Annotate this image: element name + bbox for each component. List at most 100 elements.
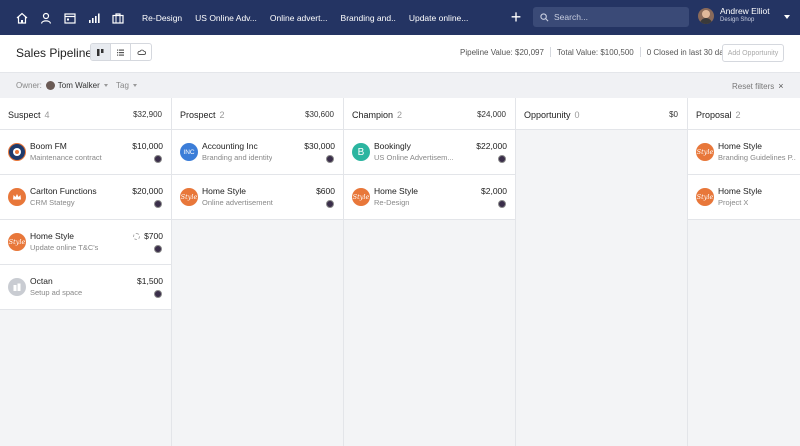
avatar <box>698 8 714 24</box>
owner-avatar <box>154 245 162 253</box>
column-title: Proposal <box>696 109 732 120</box>
column-title: Prospect <box>180 109 216 120</box>
opportunity-value: $10,000 <box>132 141 163 151</box>
owner-avatar <box>498 200 506 208</box>
owner-value: Tom Walker <box>57 81 100 90</box>
owner-avatar <box>326 155 334 163</box>
recent-item-link[interactable]: Re-Design <box>142 13 182 23</box>
chevron-down-icon <box>103 84 108 87</box>
owner-avatar <box>154 290 162 298</box>
total-value: Total Value: $100,500 <box>556 47 634 57</box>
opportunity-card[interactable]: Style Home Style Online advertisement $6… <box>172 175 343 220</box>
value-text: $700 <box>144 231 163 241</box>
company-name: Home Style <box>30 231 74 241</box>
avatar <box>45 81 55 90</box>
boom-fm-logo-icon <box>8 143 26 161</box>
opportunity-card[interactable]: Style Home Style Project X <box>688 175 800 220</box>
column-value: $0 <box>669 110 678 119</box>
opportunity-value: $22,000 <box>476 141 507 151</box>
reports-icon[interactable] <box>82 6 106 30</box>
opportunity-card[interactable]: B Bookingly US Online Advertisem... $22,… <box>344 130 515 175</box>
column-count: 2 <box>735 109 741 120</box>
opportunity-name: Re-Design <box>374 198 410 207</box>
home-icon[interactable] <box>10 6 34 30</box>
company-name: Accounting Inc <box>202 141 258 151</box>
opportunity-value: $1,500 <box>137 276 163 286</box>
owner-avatar <box>154 200 162 208</box>
stage-column-prospect: Prospect 2 $30,600 INC Accounting Inc Bra… <box>172 98 344 446</box>
owner-avatar <box>326 200 334 208</box>
user-menu[interactable]: Andrew Elliot Design Shop <box>698 7 770 25</box>
column-header: Suspect 4 $32,900 <box>0 98 171 130</box>
opportunity-name: CRM Stategy <box>30 198 75 207</box>
recent-item-link[interactable]: Branding and.. <box>341 13 396 23</box>
opportunity-name: Branding and identity <box>202 153 273 162</box>
board-view-button[interactable] <box>91 44 111 60</box>
column-count: 2 <box>397 109 403 120</box>
page-header: Sales Pipeline Pipeline Value: $20,097 T… <box>0 35 800 72</box>
column-title: Suspect <box>8 109 41 120</box>
loading-icon <box>133 232 141 240</box>
opportunity-name: US Online Advertisem... <box>374 153 454 162</box>
search-box[interactable] <box>533 7 689 27</box>
column-header: Champion 2 $24,000 <box>344 98 515 130</box>
owner-filter[interactable]: Owner: Tom Walker <box>16 81 108 90</box>
closed-count: 0 Closed in last 30 days <box>646 47 732 57</box>
recent-item-link[interactable]: US Online Adv... <box>195 13 257 23</box>
filter-bar: Owner: Tom Walker Tag Reset filters × <box>0 72 800 98</box>
company-name: Home Style <box>718 186 762 196</box>
home-style-logo-icon: Style <box>696 143 714 161</box>
search-input[interactable] <box>554 12 684 22</box>
divider <box>549 47 551 57</box>
company-name: Bookingly <box>374 141 411 151</box>
home-style-logo-icon: Style <box>696 188 714 206</box>
opportunity-card[interactable]: INC Accounting Inc Branding and identity… <box>172 130 343 175</box>
contacts-icon[interactable] <box>34 6 58 30</box>
tag-filter[interactable]: Tag <box>116 81 137 90</box>
opportunity-card[interactable]: Boom FM Maintenance contract $10,000 <box>0 130 171 175</box>
crown-logo-icon <box>8 188 26 206</box>
opportunity-card[interactable]: Style Home Style Update online T&C's $70… <box>0 220 171 265</box>
opportunity-name: Update online T&C's <box>30 243 99 252</box>
column-value: $30,600 <box>305 110 334 119</box>
chevron-down-icon <box>132 84 137 87</box>
calendar-icon[interactable] <box>58 6 82 30</box>
forecast-view-button[interactable] <box>131 44 151 60</box>
opportunity-card[interactable]: Octan Setup ad space $1,500 <box>0 265 171 310</box>
tag-label: Tag <box>116 81 129 90</box>
chevron-down-icon[interactable] <box>784 15 790 19</box>
opportunity-card[interactable]: Carlton Functions CRM Stategy $20,000 <box>0 175 171 220</box>
opportunity-value: $20,000 <box>132 186 163 196</box>
list-view-button[interactable] <box>111 44 131 60</box>
recent-item-link[interactable]: Online advert... <box>270 13 328 23</box>
building-logo-icon <box>8 278 26 296</box>
recent-item-link[interactable]: Update online... <box>409 13 469 23</box>
company-name: Boom FM <box>30 141 67 151</box>
user-company: Design Shop <box>720 17 755 23</box>
briefcase-icon[interactable] <box>106 6 130 30</box>
owner-avatar <box>154 155 162 163</box>
stage-column-proposal: Proposal 2 Style Home Style Branding Guid… <box>688 98 800 446</box>
opportunity-name: Online advertisement <box>202 198 273 207</box>
home-style-logo-icon: Style <box>180 188 198 206</box>
opportunity-value: $2,000 <box>481 186 507 196</box>
company-name: Home Style <box>718 141 762 151</box>
opportunity-name: Setup ad space <box>30 288 83 297</box>
company-name: Home Style <box>374 186 418 196</box>
column-count: 4 <box>44 109 50 120</box>
opportunity-card[interactable]: Style Home Style Branding Guidelines P..… <box>688 130 800 175</box>
company-name: Octan <box>30 276 53 286</box>
pipeline-board: Suspect 4 $32,900 Boom FM Maintenance con… <box>0 98 800 446</box>
column-value: $24,000 <box>477 110 506 119</box>
pipeline-value: Pipeline Value: $20,097 <box>460 47 544 57</box>
divider <box>639 47 641 57</box>
opportunity-card[interactable]: Style Home Style Re-Design $2,000 <box>344 175 515 220</box>
pipeline-stats: Pipeline Value: $20,097 Total Value: $10… <box>460 47 732 57</box>
add-icon[interactable]: + <box>508 8 524 26</box>
opportunity-name: Branding Guidelines P... <box>718 153 796 162</box>
top-nav: Re-Design US Online Adv... Online advert… <box>0 0 800 35</box>
add-opportunity-button[interactable]: Add Opportunity <box>722 44 784 62</box>
home-style-logo-icon: Style <box>8 233 26 251</box>
column-header: Prospect 2 $30,600 <box>172 98 343 130</box>
reset-filters-button[interactable]: Reset filters × <box>732 81 784 91</box>
